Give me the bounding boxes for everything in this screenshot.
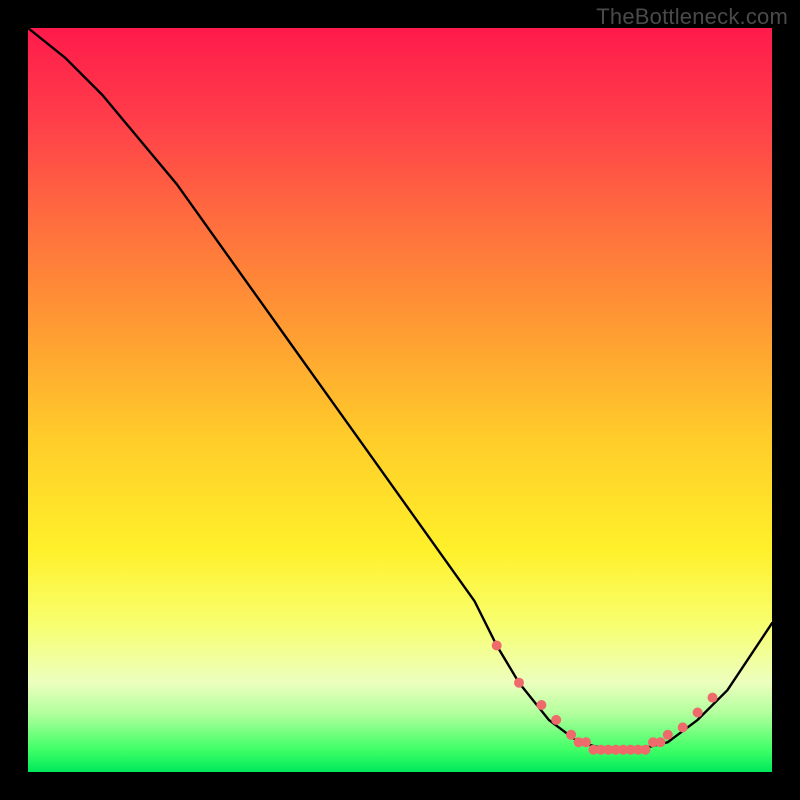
highlight-dot xyxy=(663,730,673,740)
chart-svg xyxy=(28,28,772,772)
highlight-dot xyxy=(641,745,651,755)
highlight-dot xyxy=(693,708,703,718)
highlight-dot xyxy=(708,693,718,703)
bottleneck-curve-path xyxy=(28,28,772,750)
watermark-text: TheBottleneck.com xyxy=(596,4,788,30)
highlight-dot xyxy=(581,737,591,747)
highlight-dot xyxy=(678,722,688,732)
highlight-dot xyxy=(655,737,665,747)
chart-plot-area xyxy=(28,28,772,772)
highlight-dot xyxy=(566,730,576,740)
highlight-dot xyxy=(536,700,546,710)
highlight-dot xyxy=(514,678,524,688)
highlight-dots-group xyxy=(492,641,718,755)
chart-frame: TheBottleneck.com xyxy=(0,0,800,800)
highlight-dot xyxy=(551,715,561,725)
highlight-dot xyxy=(492,641,502,651)
